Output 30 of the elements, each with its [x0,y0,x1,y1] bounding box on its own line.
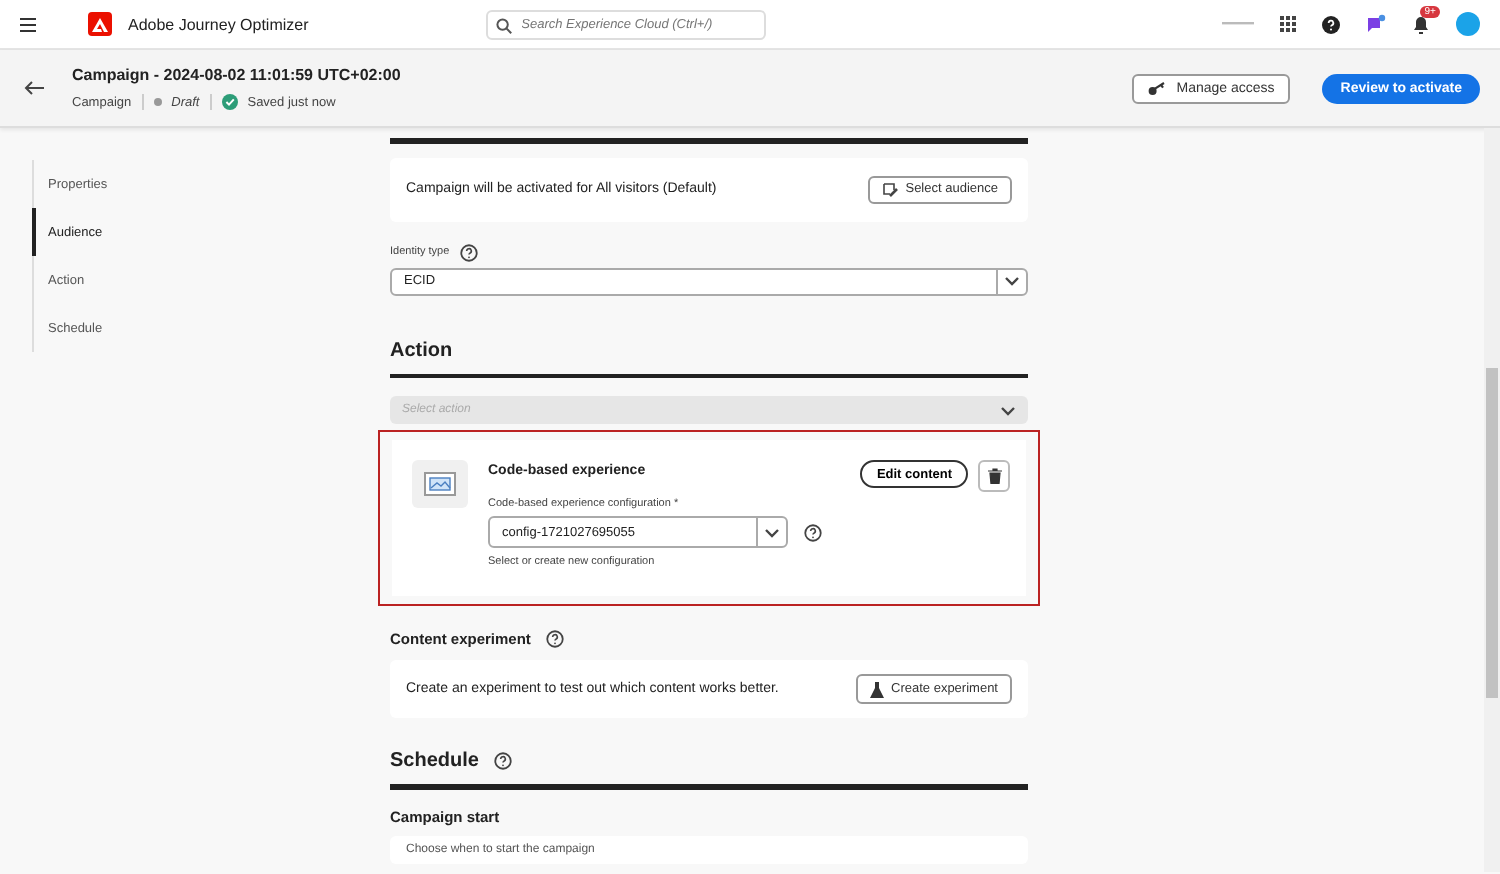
search-icon [495,17,512,33]
chevron-down-icon [764,527,780,537]
check-circle-icon [221,94,238,110]
help-icon[interactable] [546,630,565,648]
help-icon[interactable] [1321,15,1340,33]
avatar-icon[interactable] [1455,12,1480,36]
edit-icon [881,181,898,197]
flask-icon [869,681,884,697]
app-logo[interactable] [88,12,112,36]
action-heading: Action [390,339,453,361]
help-icon[interactable] [804,523,822,541]
help-icon[interactable] [494,752,513,770]
menu-icon[interactable] [20,17,36,31]
apps-grid-icon[interactable] [1279,16,1296,32]
help-icon[interactable] [459,243,478,261]
web-page-icon [412,460,468,508]
bell-icon[interactable] [1411,14,1430,34]
key-icon [1148,81,1167,95]
schedule-heading: Schedule [390,750,479,772]
tab-indicator-icon [1221,22,1254,26]
back-arrow-icon[interactable] [24,80,44,96]
delete-button[interactable] [978,460,1010,492]
status-dot-icon [153,98,162,106]
trash-icon [987,468,1001,484]
chat-icon[interactable] [1365,14,1386,34]
chevron-down-icon [1004,276,1020,286]
scrollbar[interactable] [1484,128,1500,872]
chevron-down-icon [1000,405,1016,415]
campaign-title: Campaign - 2024-08-02 11:01:59 UTC+02:00 [72,66,401,84]
app-name: Adobe Journey Optimizer [128,15,309,33]
